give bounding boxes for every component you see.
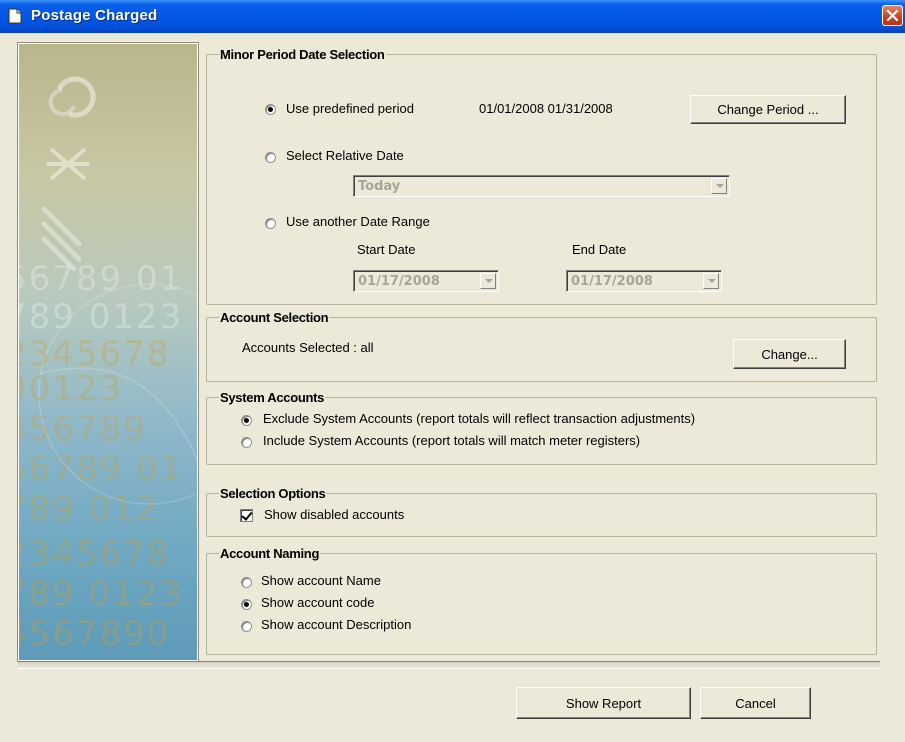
decorative-digits: 789 0123 — [18, 574, 184, 614]
predefined-period-dates: 01/01/2008 01/31/2008 — [479, 101, 613, 116]
show-account-code-radio[interactable] — [241, 599, 252, 610]
show-account-name-label: Show account Name — [261, 573, 381, 588]
chevron-down-icon[interactable] — [711, 178, 727, 194]
account-selection-legend: Account Selection — [220, 310, 329, 325]
decorative-digits: 456789 — [18, 409, 147, 449]
relative-date-dropdown[interactable]: Today — [353, 175, 730, 197]
change-accounts-button[interactable]: Change... — [733, 339, 846, 369]
end-date-value: 01/17/2008 — [571, 274, 653, 289]
decorative-digits: 56789 01 — [18, 259, 184, 299]
decorative-digits: 4567890 — [18, 614, 171, 654]
account-selection-group: Account Selection Accounts Selected : al… — [206, 310, 877, 382]
accounts-selected-text: Accounts Selected : all — [242, 340, 374, 355]
minor-period-group: Minor Period Date Selection Use predefin… — [206, 47, 877, 305]
close-button[interactable] — [882, 5, 903, 26]
system-accounts-group: System Accounts Exclude System Accounts … — [206, 390, 877, 465]
system-accounts-legend: System Accounts — [220, 390, 325, 405]
decorative-digits: 2345678 — [18, 334, 171, 374]
show-account-description-radio[interactable] — [241, 621, 252, 632]
date-range-label: Use another Date Range — [286, 214, 430, 229]
decorative-digits: 90123 — [19, 369, 124, 409]
end-date-label: End Date — [572, 242, 627, 257]
decorative-digits: 789 012 — [18, 489, 160, 529]
start-date-label: Start Date — [357, 242, 416, 257]
relative-date-value: Today — [358, 179, 401, 194]
show-report-button[interactable]: Show Report — [516, 687, 691, 719]
close-icon — [886, 9, 899, 22]
dialog-client-area: 56789 01 789 0123 2345678 90123 456789 5… — [3, 33, 902, 742]
chevron-down-icon[interactable] — [703, 273, 719, 289]
show-account-description-label: Show account Description — [261, 617, 412, 632]
document-icon — [8, 8, 22, 24]
show-disabled-accounts-label: Show disabled accounts — [264, 507, 405, 522]
decorative-digits: 56789 01 — [18, 449, 184, 489]
end-date-picker[interactable]: 01/17/2008 — [566, 270, 722, 292]
window-title: Postage Charged — [31, 7, 158, 24]
selection-options-group: Selection Options Show disabled accounts — [206, 486, 877, 537]
relative-date-label: Select Relative Date — [286, 148, 404, 163]
cancel-button[interactable]: Cancel — [700, 687, 811, 719]
exclude-system-accounts-label: Exclude System Accounts (report totals w… — [263, 411, 696, 426]
start-date-picker[interactable]: 01/17/2008 — [353, 270, 499, 292]
include-system-accounts-radio[interactable] — [241, 437, 252, 448]
minor-period-legend: Minor Period Date Selection — [220, 47, 385, 62]
date-range-radio[interactable] — [265, 218, 276, 229]
exclude-system-accounts-radio[interactable] — [241, 415, 252, 426]
footer-separator — [18, 661, 880, 669]
decorative-digits: 2345678 — [18, 534, 171, 574]
predefined-period-radio[interactable] — [265, 104, 276, 115]
show-disabled-accounts-checkbox[interactable] — [240, 509, 253, 522]
decorative-digits: 789 0123 — [18, 297, 184, 337]
show-account-code-label: Show account code — [261, 595, 375, 610]
chevron-down-icon[interactable] — [480, 273, 496, 289]
relative-date-radio[interactable] — [265, 152, 276, 163]
selection-options-legend: Selection Options — [220, 486, 326, 501]
start-date-value: 01/17/2008 — [358, 274, 440, 289]
predefined-period-label: Use predefined period — [286, 101, 414, 116]
decorative-side-image: 56789 01 789 0123 2345678 90123 456789 5… — [17, 42, 199, 662]
account-naming-group: Account Naming Show account Name Show ac… — [206, 546, 877, 655]
title-bar[interactable]: Postage Charged — [0, 0, 905, 33]
account-naming-legend: Account Naming — [220, 546, 320, 561]
show-account-name-radio[interactable] — [241, 577, 252, 588]
change-period-button[interactable]: Change Period ... — [690, 95, 846, 124]
include-system-accounts-label: Include System Accounts (report totals w… — [263, 433, 641, 448]
